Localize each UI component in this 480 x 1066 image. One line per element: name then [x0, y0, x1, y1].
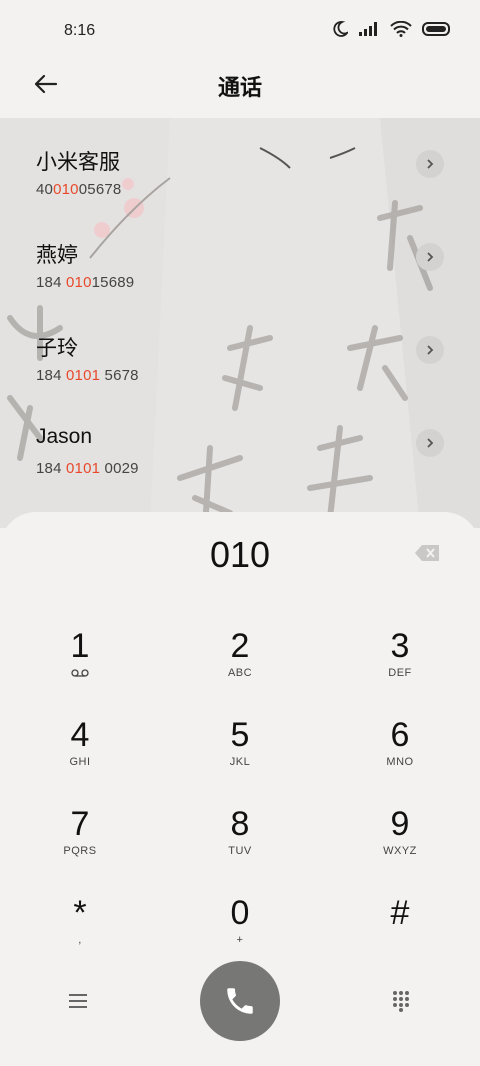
dial-pad: 010 1 2 ABC 3 DEF 4 GHI 5 JKL 6 MNO 7 PQ…	[0, 512, 480, 1066]
moon-icon	[333, 21, 348, 37]
key-letters: WXYZ	[383, 845, 417, 857]
key-9[interactable]: 9 WXYZ	[340, 805, 460, 885]
voicemail-icon	[71, 669, 89, 677]
contact-row[interactable]: 小米客服 4001005678	[0, 146, 480, 236]
key-4[interactable]: 4 GHI	[20, 716, 140, 796]
key-digit: 3	[390, 627, 410, 665]
key-digit: 1	[70, 627, 90, 665]
key-digit: 2	[230, 627, 250, 665]
contact-row[interactable]: Jason 184 0101 0029	[0, 425, 480, 515]
key-7[interactable]: 7 PQRS	[20, 805, 140, 885]
key-digit: *	[73, 894, 87, 932]
contact-name: Jason	[36, 425, 93, 448]
call-button[interactable]	[200, 961, 280, 1041]
battery-icon	[422, 22, 450, 36]
menu-icon[interactable]	[69, 993, 87, 1009]
key-digit: 5	[230, 716, 250, 754]
signal-icon	[359, 22, 377, 36]
contact-name: 子玲	[36, 337, 78, 360]
key-letters: ,	[78, 934, 82, 946]
contact-details-button[interactable]	[416, 150, 444, 178]
page-title: 通话	[217, 75, 262, 100]
key-letters: +	[236, 934, 244, 946]
phone-icon	[227, 988, 253, 1014]
backspace-icon[interactable]	[414, 544, 440, 562]
key-digit: 9	[390, 805, 410, 843]
key-digit: 0	[230, 894, 250, 932]
key-digit: 4	[70, 716, 90, 754]
key-letters: DEF	[388, 667, 412, 679]
contact-number: 184 01015689	[36, 274, 135, 291]
key-3[interactable]: 3 DEF	[340, 627, 460, 707]
key-letters: MNO	[386, 756, 414, 768]
key-letters: TUV	[228, 845, 252, 857]
key-digit: #	[390, 894, 410, 932]
chevron-right-icon	[427, 159, 434, 169]
key-1[interactable]: 1	[20, 627, 140, 707]
status-bar: 8:16	[0, 0, 480, 60]
contact-name: 小米客服	[36, 151, 120, 174]
key-digit: 6	[390, 716, 410, 754]
contact-name: 燕婷	[36, 244, 78, 267]
keypad-icon[interactable]	[392, 990, 410, 1012]
header: 通话	[0, 60, 480, 118]
key-digit: 8	[230, 805, 250, 843]
key-letters: GHI	[69, 756, 91, 768]
contact-details-button[interactable]	[416, 429, 444, 457]
key-digit: 7	[70, 805, 90, 843]
key-2[interactable]: 2 ABC	[180, 627, 300, 707]
chevron-right-icon	[427, 345, 434, 355]
chevron-right-icon	[427, 438, 434, 448]
chevron-right-icon	[427, 252, 434, 262]
contact-details-button[interactable]	[416, 336, 444, 364]
key-star[interactable]: * ,	[20, 894, 140, 974]
contact-details-button[interactable]	[416, 243, 444, 271]
key-hash[interactable]: #	[340, 894, 460, 974]
contact-row[interactable]: 子玲 184 0101 5678	[0, 332, 480, 422]
wifi-icon	[390, 21, 412, 37]
contact-row[interactable]: 燕婷 184 01015689	[0, 239, 480, 329]
status-time: 8:16	[64, 22, 96, 39]
key-letters: PQRS	[63, 845, 97, 857]
key-letters: JKL	[229, 756, 251, 768]
contact-number: 4001005678	[36, 181, 122, 198]
key-5[interactable]: 5 JKL	[180, 716, 300, 796]
key-letters: ABC	[227, 667, 253, 679]
status-icons	[332, 20, 452, 38]
dialed-number: 010	[209, 534, 271, 575]
key-6[interactable]: 6 MNO	[340, 716, 460, 796]
contact-number: 184 0101 5678	[36, 367, 139, 384]
contact-suggestions: 小米客服 4001005678 燕婷 184 01015689 子玲 184 0…	[0, 118, 480, 528]
key-8[interactable]: 8 TUV	[180, 805, 300, 885]
contact-number: 184 0101 0029	[36, 460, 139, 477]
